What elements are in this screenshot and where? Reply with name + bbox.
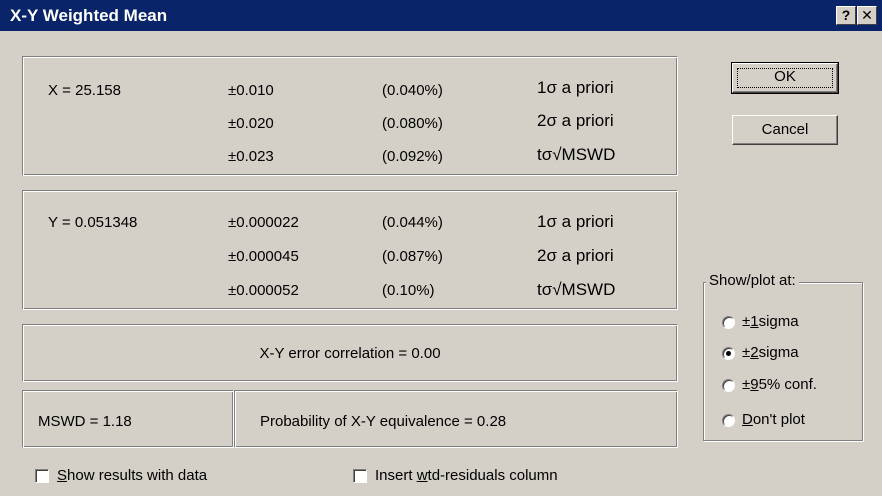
checkbox-label: Insert wtd-residuals column [375,467,558,484]
x-err-mswd: ±0.023 [228,148,274,165]
x-basis-1sigma: 1σ a priori [537,78,614,97]
help-button[interactable]: ? [836,6,856,25]
checkbox-label: Show results with data [57,467,208,484]
y-pct-2sigma: (0.087%) [382,248,443,265]
y-basis-2sigma: 2σ a priori [537,246,614,265]
x-basis-mswd: tσ√MSWD [537,145,616,164]
error-correlation: X-Y error correlation = 0.00 [259,345,441,362]
radio-button-selected[interactable] [722,347,735,360]
y-err-2sigma: ±0.000045 [228,248,299,265]
x-pct-mswd: (0.092%) [382,148,443,165]
probability-value: Probability of X-Y equivalence = 0.28 [260,413,507,430]
y-err-mswd: ±0.000052 [228,282,299,299]
radio-button[interactable] [722,379,735,392]
ok-button[interactable]: OK [731,62,839,94]
x-err-1sigma: ±0.010 [228,82,274,99]
cancel-label: Cancel [761,121,809,138]
radio-label: Don't plot [742,411,805,428]
y-value: Y = 0.051348 [48,214,138,231]
x-pct-2sigma: (0.080%) [382,115,443,132]
y-pct-mswd: (0.10%) [382,282,435,299]
x-value: X = 25.158 [48,82,121,99]
checkbox-box[interactable] [353,469,367,483]
plot-options-legend: Show/plot at: [706,272,799,289]
close-button[interactable]: ✕ [857,6,877,25]
title-bar[interactable]: X-Y Weighted Mean [0,0,882,31]
radio-label: ±1sigma [742,313,799,330]
close-icon: ✕ [861,7,873,23]
x-err-2sigma: ±0.020 [228,115,274,132]
checkbox-box[interactable] [35,469,49,483]
cancel-button[interactable]: Cancel [732,115,838,145]
y-err-1sigma: ±0.000022 [228,214,299,231]
y-basis-1sigma: 1σ a priori [537,212,614,231]
x-basis-2sigma: 2σ a priori [537,111,614,130]
radio-dot [726,351,731,356]
radio-label: ±2sigma [742,344,799,361]
x-pct-1sigma: (0.040%) [382,82,443,99]
radio-label: ±95% conf. [742,376,817,393]
help-icon: ? [841,7,851,23]
focus-ring [737,68,833,88]
y-basis-mswd: tσ√MSWD [537,280,616,299]
y-pct-1sigma: (0.044%) [382,214,443,231]
radio-button[interactable] [722,414,735,427]
window-title: X-Y Weighted Mean [10,6,168,25]
radio-button[interactable] [722,316,735,329]
mswd-value: MSWD = 1.18 [38,413,132,430]
